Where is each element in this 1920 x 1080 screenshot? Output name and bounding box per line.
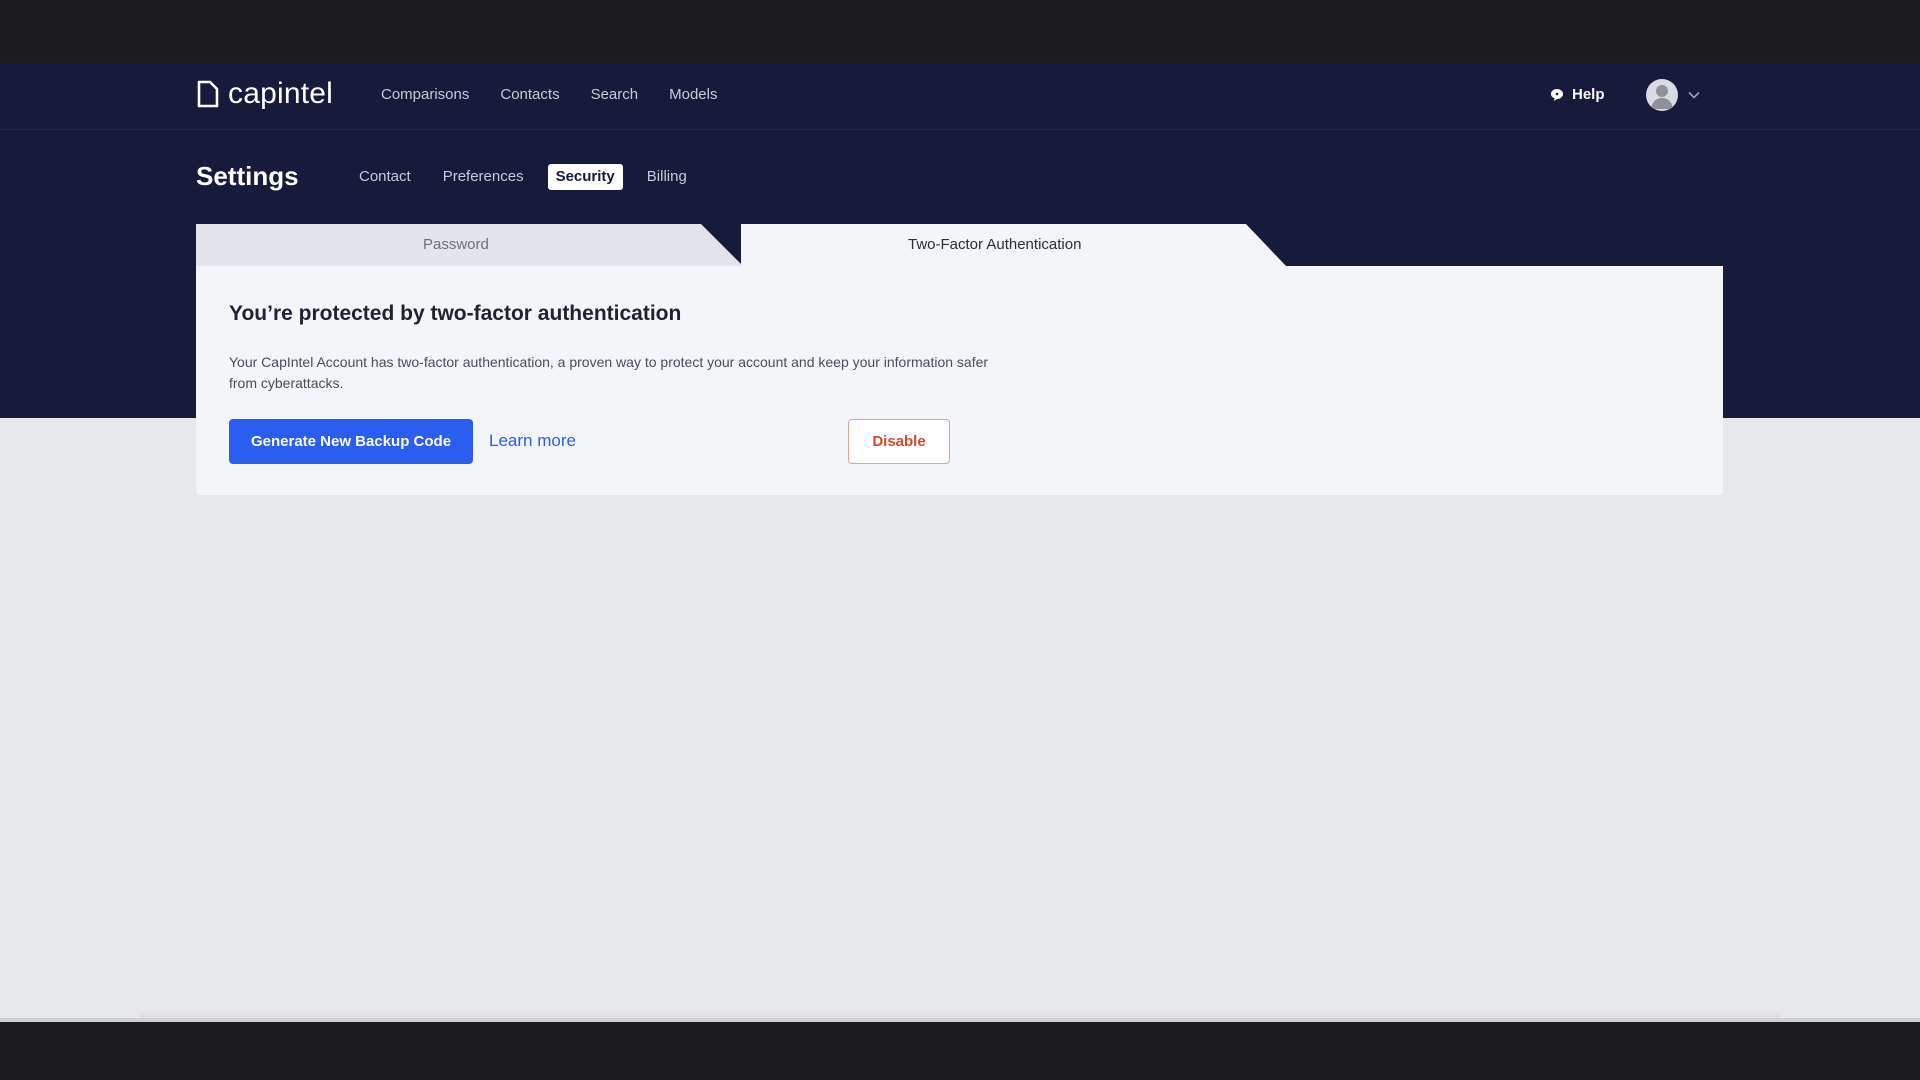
disable-button[interactable]: Disable (848, 419, 950, 464)
tab-security[interactable]: Security (547, 164, 623, 190)
logo-text: capintel (228, 77, 334, 110)
main-nav: Comparisons Contacts Search Models (381, 85, 717, 105)
card-title: You’re protected by two-factor authentic… (229, 302, 682, 325)
logo-icon (197, 80, 219, 108)
settings-tabs: Contact Preferences Security Billing (351, 164, 695, 190)
tab-password-label: Password (423, 236, 489, 253)
tab-two-factor[interactable]: Two-Factor Authentication (741, 224, 1286, 266)
help-label: Help (1572, 86, 1605, 103)
help-chat-icon (1551, 88, 1563, 101)
learn-more-link[interactable]: Learn more (489, 431, 576, 451)
chevron-down-icon (1688, 91, 1700, 99)
card-description: Your CapIntel Account has two-factor aut… (229, 354, 989, 391)
logo[interactable]: capintel (196, 79, 333, 109)
nav-comparisons[interactable]: Comparisons (381, 85, 469, 105)
avatar-icon (1651, 85, 1673, 109)
top-navigation: capintel Comparisons Contacts Search Mod… (0, 63, 1920, 130)
tab-password[interactable]: Password (196, 224, 741, 266)
page-title: Settings (196, 161, 299, 191)
nav-search[interactable]: Search (591, 85, 639, 105)
avatar (1646, 79, 1678, 111)
two-factor-card: You’re protected by two-factor authentic… (196, 266, 1723, 495)
help-button[interactable]: Help (1550, 86, 1605, 103)
nav-contacts[interactable]: Contacts (500, 85, 559, 105)
tab-two-factor-label: Two-Factor Authentication (908, 236, 1082, 253)
account-menu[interactable] (1646, 79, 1700, 111)
nav-models[interactable]: Models (669, 85, 717, 105)
security-tabs: Password Two-Factor Authentication (196, 224, 1723, 266)
app-window: capintel Comparisons Contacts Search Mod… (0, 63, 1920, 1021)
tab-preferences[interactable]: Preferences (435, 164, 532, 190)
tab-billing[interactable]: Billing (639, 164, 695, 190)
tab-contact[interactable]: Contact (351, 164, 419, 190)
window-bottom-edge (0, 1018, 1920, 1022)
generate-backup-code-button[interactable]: Generate New Backup Code (229, 419, 473, 464)
